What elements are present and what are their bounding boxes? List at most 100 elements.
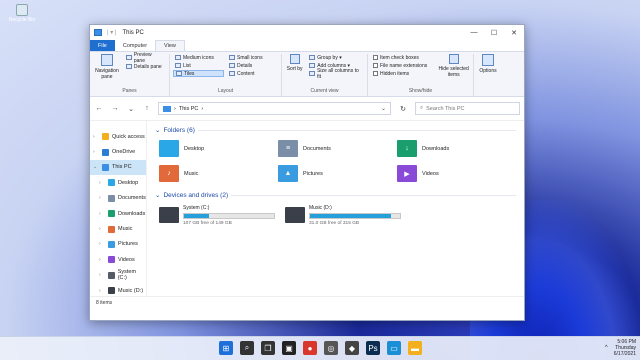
layout-tiles-label: Tiles: [184, 70, 195, 77]
maximize-button[interactable]: ☐: [484, 29, 504, 37]
drive-item[interactable]: Music (D:) 31.0 GB free of 315 GB: [285, 205, 401, 226]
layout-medium-icons[interactable]: Medium icons: [173, 54, 224, 61]
expand-chevron-icon[interactable]: ›: [99, 211, 105, 217]
sort-by-label: Sort by: [286, 66, 303, 72]
preview-pane-button[interactable]: Preview pane: [124, 52, 166, 64]
recycle-bin-icon: [16, 4, 28, 16]
clock[interactable]: 5:06 PM Thursday 6/17/2021: [614, 339, 636, 357]
group-by-button[interactable]: Group by ▾: [307, 54, 364, 61]
sort-by-button[interactable]: Sort by: [285, 54, 304, 88]
up-button[interactable]: ↑: [142, 105, 152, 112]
tab-view[interactable]: View: [155, 40, 185, 51]
folders-section-header[interactable]: ⌄ Folders (6): [155, 124, 516, 136]
file-explorer-icon[interactable]: ▬: [408, 341, 422, 355]
options-button[interactable]: Options: [477, 54, 499, 74]
folder-item[interactable]: ♪ Music: [159, 164, 278, 183]
file-extensions-checkbox[interactable]: [373, 63, 378, 68]
recycle-bin-desktop-icon[interactable]: Recycle Bin: [4, 4, 40, 23]
layout-small-icons[interactable]: Small icons: [227, 54, 278, 61]
hidden-items-checkbox[interactable]: [373, 71, 378, 76]
folder-item[interactable]: ↓ Downloads: [397, 139, 516, 158]
hidden-items-label: Hidden items: [380, 70, 410, 77]
app-icon-2[interactable]: ●: [303, 341, 317, 355]
expand-chevron-icon[interactable]: ›: [93, 134, 99, 140]
content-area: › Quick access › OneDrive ⌄ This PC › Desktop › D…: [90, 121, 524, 296]
sidebar-item-label: System (C:): [117, 269, 137, 282]
task-view-icon[interactable]: ❐: [261, 341, 275, 355]
expand-chevron-icon[interactable]: ›: [93, 149, 99, 155]
forward-button[interactable]: →: [110, 105, 120, 112]
file-extensions-toggle[interactable]: File name extensions: [371, 62, 434, 69]
app-icon-1[interactable]: ▣: [282, 341, 296, 355]
sidebar-item-label: Pictures: [118, 241, 138, 248]
address-text[interactable]: This PC: [179, 106, 199, 112]
folder-item[interactable]: ▶ Videos: [397, 164, 516, 183]
folder-item[interactable]: Desktop: [159, 139, 278, 158]
item-check-boxes-toggle[interactable]: Item check boxes: [371, 54, 434, 61]
expand-chevron-icon[interactable]: ›: [99, 195, 105, 201]
options-icon: [482, 54, 494, 66]
search-icon[interactable]: ⌕: [240, 341, 254, 355]
folder-icon: ♪: [159, 165, 179, 182]
sidebar-item[interactable]: › OneDrive: [90, 144, 146, 159]
expand-chevron-icon[interactable]: ›: [99, 180, 105, 186]
hide-selected-button[interactable]: Hide selected items: [437, 54, 470, 88]
address-bar[interactable]: › This PC › ⌄: [158, 102, 391, 115]
hidden-items-toggle[interactable]: Hidden items: [371, 70, 434, 77]
show-hidden-icons-button[interactable]: ^: [605, 345, 608, 351]
layout-list[interactable]: List: [173, 62, 224, 69]
start-icon[interactable]: ⊞: [219, 341, 233, 355]
drives-section-header[interactable]: ⌄ Devices and drives (2): [155, 189, 516, 201]
size-columns-button[interactable]: Size all columns to fit: [307, 68, 364, 80]
sidebar-item-label: Music (D:): [118, 287, 144, 294]
drive-item[interactable]: System (C:) 107 GB free of 149 GB: [159, 205, 275, 226]
drive-info: System (C:) 107 GB free of 149 GB: [183, 205, 275, 226]
sidebar-item[interactable]: › Documents: [90, 191, 146, 206]
expand-chevron-icon[interactable]: ›: [99, 257, 105, 263]
quick-access-toolbar[interactable]: | ▾ |: [107, 29, 116, 36]
tiles-icon: [176, 71, 182, 76]
details-pane-button[interactable]: Details pane: [124, 63, 166, 70]
refresh-button[interactable]: ↻: [397, 105, 409, 113]
size-columns-icon: [309, 71, 316, 76]
tab-computer[interactable]: Computer: [115, 40, 155, 51]
folder-item[interactable]: ▲ Pictures: [278, 164, 397, 183]
sidebar-item[interactable]: › Quick access: [90, 129, 146, 144]
sidebar-item-label: Quick access: [112, 133, 145, 140]
expand-chevron-icon[interactable]: ›: [99, 272, 105, 278]
back-button[interactable]: ←: [94, 105, 104, 112]
close-button[interactable]: ✕: [504, 29, 524, 37]
sidebar-item[interactable]: › System (C:): [90, 268, 146, 283]
minimize-button[interactable]: —: [464, 29, 484, 37]
show-hide-group-label: Show/hide: [408, 88, 433, 94]
search-input[interactable]: ⌕ Search This PC: [415, 102, 520, 115]
navigation-pane-button[interactable]: Navigation pane: [93, 54, 121, 88]
sidebar-item[interactable]: › Music (D:): [90, 283, 146, 298]
sidebar-item[interactable]: › Videos: [90, 252, 146, 267]
sidebar-item-icon: [108, 256, 115, 264]
photoshop-icon[interactable]: Ps: [366, 341, 380, 355]
layout-tiles[interactable]: Tiles: [173, 70, 224, 77]
expand-chevron-icon[interactable]: ›: [99, 241, 105, 247]
monitor-icon[interactable]: ▭: [387, 341, 401, 355]
app-icon-3[interactable]: ◎: [324, 341, 338, 355]
address-dropdown-icon[interactable]: ⌄: [381, 105, 386, 112]
app-icon-4[interactable]: ◆: [345, 341, 359, 355]
sidebar-item[interactable]: › Pictures: [90, 237, 146, 252]
expand-chevron-icon[interactable]: ⌄: [93, 164, 99, 170]
sidebar-item[interactable]: ⌄ This PC: [90, 159, 146, 176]
recent-locations-button[interactable]: ⌄: [126, 105, 136, 113]
content-icon: [229, 71, 235, 76]
layout-details[interactable]: Details: [227, 62, 278, 69]
sidebar-item[interactable]: › Desktop: [90, 175, 146, 190]
expand-chevron-icon[interactable]: ›: [99, 226, 105, 232]
tab-file[interactable]: File: [90, 40, 115, 51]
expand-chevron-icon[interactable]: ›: [99, 288, 105, 294]
layout-content[interactable]: Content: [227, 70, 278, 77]
sidebar-item[interactable]: › Downloads: [90, 206, 146, 221]
status-bar: 8 items: [90, 296, 524, 308]
item-check-boxes-checkbox[interactable]: [373, 55, 378, 60]
folder-item[interactable]: ≡ Documents: [278, 139, 397, 158]
sidebar-item[interactable]: › Music: [90, 221, 146, 236]
drive-free-space: 31.0 GB free of 315 GB: [309, 221, 360, 226]
